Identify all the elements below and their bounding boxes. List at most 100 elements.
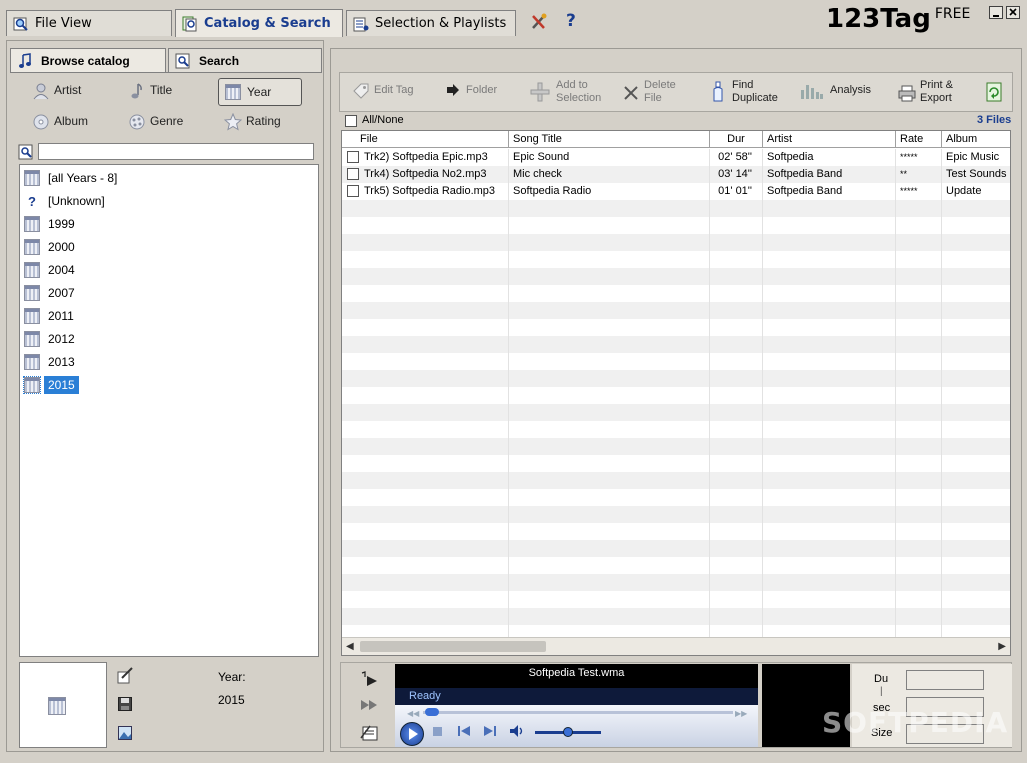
year-list-item[interactable]: ? [Unknown]	[24, 190, 105, 212]
browse-year-button[interactable]: Year	[218, 78, 302, 106]
cell-artist	[763, 523, 896, 540]
tab-catalog-search[interactable]: Catalog & Search	[175, 9, 343, 37]
browse-album-button[interactable]: Album	[32, 113, 88, 130]
seek-forward-icon[interactable]: ▶▶	[735, 709, 747, 718]
cell-dur	[710, 472, 763, 489]
seek-thumb[interactable]	[425, 708, 439, 716]
column-header-album[interactable]: Album	[942, 131, 1010, 147]
table-row	[342, 421, 1010, 438]
filter-input[interactable]	[38, 143, 314, 160]
cell-rate	[896, 336, 942, 353]
browse-artist-button[interactable]: Artist	[32, 82, 81, 100]
cell-file: Trk5) Softpedia Radio.mp3	[342, 183, 509, 200]
year-list-item[interactable]: 2004	[24, 259, 75, 281]
row-checkbox[interactable]	[347, 185, 359, 197]
track-name: Softpedia Test.wma	[528, 667, 625, 679]
subtab-browse-catalog[interactable]: Browse catalog	[10, 48, 166, 72]
scroll-left-icon[interactable]: ◀	[346, 641, 354, 652]
next-icon[interactable]	[483, 725, 497, 740]
scroll-thumb[interactable]	[360, 641, 546, 652]
edit-pencil-icon[interactable]	[116, 666, 134, 687]
cd-icon	[32, 113, 49, 130]
column-header-title[interactable]: Song Title	[509, 131, 710, 147]
stop-icon[interactable]	[433, 727, 442, 736]
browse-label: Genre	[150, 114, 184, 128]
cell-text: Trk5) Softpedia Radio.mp3	[364, 185, 496, 197]
delete-file-button[interactable]: Delete File	[622, 79, 676, 105]
year-list-item[interactable]: 2007	[24, 282, 75, 304]
filter-search-icon[interactable]	[18, 144, 34, 163]
table-row	[342, 251, 1010, 268]
search-icon	[175, 53, 191, 69]
play-button[interactable]	[400, 722, 424, 746]
cell-album: Epic Music	[942, 149, 1010, 166]
find-duplicate-button[interactable]: Find Duplicate	[710, 79, 778, 105]
cell-album	[942, 557, 1010, 574]
column-header-rate[interactable]: Rate	[896, 131, 942, 147]
edit-tag-button[interactable]: Edit Tag	[352, 82, 414, 99]
year-label: 2011	[48, 309, 74, 323]
year-list-item[interactable]: 2015	[23, 374, 79, 396]
genre-icon	[128, 113, 145, 130]
folder-button[interactable]: Folder	[444, 82, 497, 98]
all-none-checkbox[interactable]	[345, 115, 357, 127]
column-header-artist[interactable]: Artist	[763, 131, 896, 147]
cell-dur	[710, 353, 763, 370]
scroll-right-icon[interactable]: ▶	[998, 641, 1006, 652]
cell-text: Epic Music	[946, 151, 1000, 163]
tools-icon[interactable]	[530, 13, 548, 31]
cell-file	[342, 285, 509, 302]
cell-album	[942, 438, 1010, 455]
previous-icon[interactable]	[457, 725, 471, 740]
table-row[interactable]: Trk5) Softpedia Radio.mp3 Softpedia Radio…	[342, 183, 1010, 200]
cell-title	[509, 370, 710, 387]
add-to-selection-button[interactable]: Add to Selection	[530, 79, 601, 105]
playlist-edit-icon[interactable]	[360, 724, 380, 745]
horizontal-scrollbar[interactable]: ◀ ▶	[342, 637, 1010, 655]
cell-artist	[763, 489, 896, 506]
seek-back-icon[interactable]: ◀◀	[407, 709, 419, 718]
tab-file-view[interactable]: File View	[6, 10, 172, 36]
year-label: [Unknown]	[48, 194, 105, 208]
play-selection-icon[interactable]	[360, 671, 380, 692]
table-row	[342, 234, 1010, 251]
save-icon[interactable]	[118, 697, 132, 714]
volume-icon[interactable]	[509, 724, 525, 741]
cell-title	[509, 387, 710, 404]
volume-thumb[interactable]	[563, 727, 573, 737]
table-row[interactable]: Trk2) Softpedia Epic.mp3 Epic Sound 02' 58…	[342, 149, 1010, 166]
year-list-item[interactable]: 2013	[24, 351, 75, 373]
cell-rate	[896, 455, 942, 472]
year-list-item[interactable]: 2012	[24, 328, 75, 350]
seek-track[interactable]	[423, 711, 733, 714]
browse-genre-button[interactable]: Genre	[128, 113, 184, 130]
column-header-file[interactable]: File	[342, 131, 509, 147]
cell-rate	[896, 540, 942, 557]
print-export-button[interactable]: Print & Export	[898, 79, 953, 105]
table-row[interactable]: Trk4) Softpedia No2.mp3 Mic check 03' 14''…	[342, 166, 1010, 183]
refresh-icon[interactable]	[986, 82, 1002, 105]
row-checkbox[interactable]	[347, 168, 359, 180]
year-list-item[interactable]: 2000	[24, 236, 75, 258]
year-list-item[interactable]: 1999	[24, 213, 75, 235]
cell-rate: *****	[896, 183, 942, 200]
year-list-item[interactable]: [all Years - 8]	[24, 167, 117, 189]
year-list-item[interactable]: 2011	[24, 305, 74, 327]
minimize-button[interactable]	[989, 6, 1003, 19]
column-header-dur[interactable]: Dur	[710, 131, 763, 147]
year-list[interactable]: [all Years - 8] ? [Unknown] 1999 2000 2004 200…	[19, 164, 319, 657]
analysis-button[interactable]: Analysis	[800, 82, 871, 99]
close-button[interactable]	[1006, 6, 1020, 19]
help-button[interactable]: ?	[566, 11, 576, 31]
year-label: [all Years - 8]	[48, 171, 118, 185]
cell-title	[509, 200, 710, 217]
row-checkbox[interactable]	[347, 151, 359, 163]
image-icon[interactable]	[118, 726, 132, 743]
tab-selection-playlists[interactable]: Selection & Playlists	[346, 10, 516, 36]
fast-forward-icon[interactable]	[360, 699, 380, 714]
browse-rating-button[interactable]: Rating	[223, 112, 281, 131]
table-row	[342, 455, 1010, 472]
browse-title-button[interactable]: Title	[128, 82, 172, 99]
subtab-search[interactable]: Search	[168, 48, 322, 72]
browse-label: Year	[247, 85, 272, 99]
